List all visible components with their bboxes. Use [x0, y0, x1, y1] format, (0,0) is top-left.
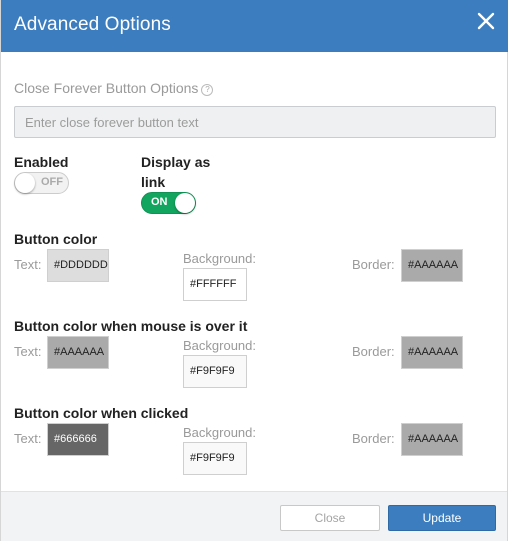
hover-color-title: Button color when mouse is over it [14, 318, 248, 334]
text-color-label: Text: [14, 257, 42, 272]
clicked-border-color-swatch[interactable]: #AAAAAA [401, 423, 463, 456]
background-color-label: Background: [183, 251, 256, 266]
toggle-knob [175, 193, 195, 213]
advanced-options-dialog: Advanced Options Close Forever Button Op… [0, 0, 508, 541]
hover-border-color-swatch[interactable]: #AAAAAA [401, 336, 463, 369]
background-color-label: Background: [183, 425, 256, 440]
close-icon[interactable] [477, 12, 495, 30]
toggle-knob [15, 173, 35, 193]
close-button[interactable]: Close [280, 505, 380, 531]
dialog-footer: Close Update [1, 491, 507, 541]
clicked-color-title: Button color when clicked [14, 405, 189, 421]
enabled-toggle[interactable]: OFF [14, 172, 69, 194]
clicked-text-color-swatch[interactable]: #666666 [47, 423, 109, 456]
display-as-link-toggle-state: ON [151, 196, 168, 208]
dialog-title: Advanced Options [14, 14, 171, 35]
display-as-link-toggle[interactable]: ON [141, 192, 196, 214]
border-color-label: Border: [352, 257, 395, 272]
enabled-label: Enabled [14, 154, 69, 170]
border-color-swatch[interactable]: #AAAAAA [401, 249, 463, 282]
update-button[interactable]: Update [388, 505, 496, 531]
border-color-label: Border: [352, 344, 395, 359]
close-forever-section-label: Close Forever Button Options? [14, 80, 214, 96]
text-color-label: Text: [14, 431, 42, 446]
clicked-background-color-swatch[interactable]: #F9F9F9 [183, 442, 247, 475]
hover-text-color-swatch[interactable]: #AAAAAA [47, 336, 109, 369]
display-as-link-label: Display as link [141, 154, 211, 190]
enabled-toggle-state: OFF [41, 176, 63, 188]
text-color-swatch[interactable]: #DDDDDD [47, 249, 109, 282]
close-forever-label-text: Close Forever Button Options [14, 80, 199, 96]
question-circle-icon[interactable]: ? [201, 84, 214, 96]
text-color-label: Text: [14, 344, 42, 359]
background-color-swatch[interactable]: #FFFFFF [183, 268, 247, 301]
border-color-label: Border: [352, 431, 395, 446]
hover-background-color-swatch[interactable]: #F9F9F9 [183, 355, 247, 388]
button-color-title: Button color [14, 231, 98, 247]
close-forever-text-input[interactable] [14, 106, 496, 138]
background-color-label: Background: [183, 338, 256, 353]
dialog-header: Advanced Options [1, 0, 508, 52]
